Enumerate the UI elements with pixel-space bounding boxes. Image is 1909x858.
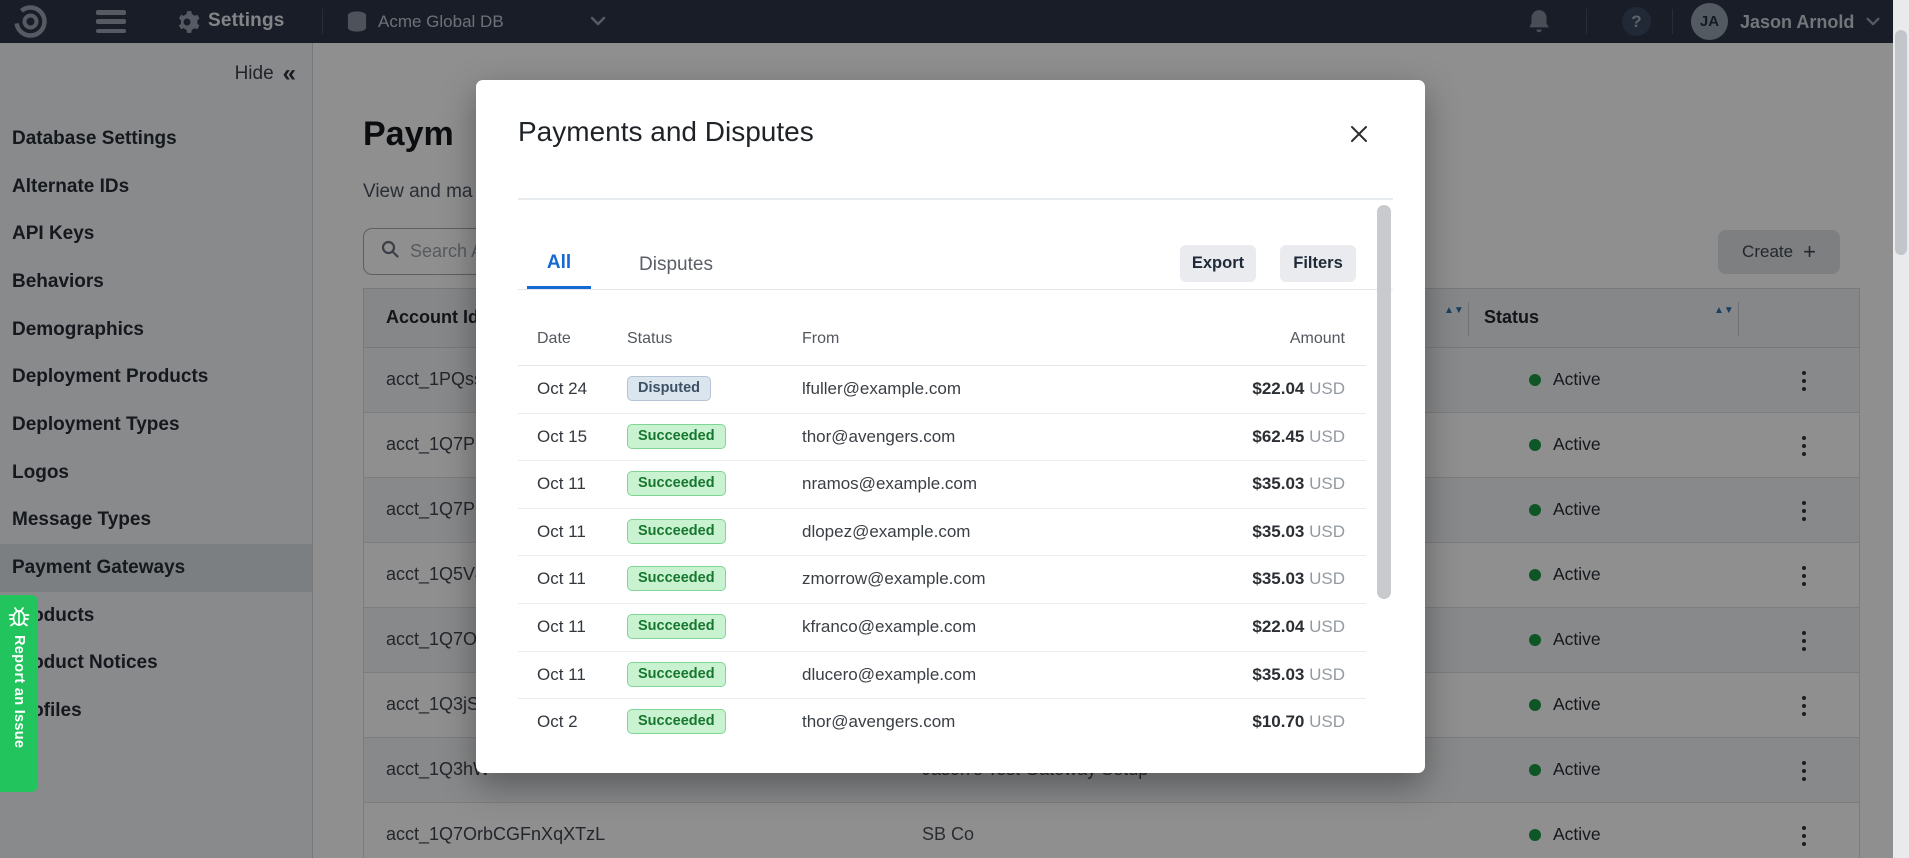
- date-cell: Oct 11: [537, 569, 586, 589]
- payment-table-row[interactable]: Oct 11 Succeeded dlopez@example.com $35.…: [518, 509, 1366, 557]
- amount-cell: $10.70 USD: [1145, 712, 1345, 732]
- amount-cell: $35.03 USD: [1145, 665, 1345, 685]
- amount-column-header: Amount: [1145, 330, 1345, 348]
- status-badge: Succeeded: [627, 471, 726, 496]
- date-cell: Oct 15: [537, 427, 587, 447]
- amount-cell: $35.03 USD: [1145, 522, 1345, 542]
- status-column-header: Status: [627, 330, 672, 348]
- date-cell: Oct 11: [537, 665, 586, 685]
- tabs-divider: [518, 289, 1393, 290]
- status-badge: Succeeded: [627, 424, 726, 449]
- from-email-cell: zmorrow@example.com: [802, 569, 986, 589]
- filters-button[interactable]: Filters: [1280, 245, 1356, 282]
- amount-cell: $22.04 USD: [1145, 379, 1345, 399]
- amount-cell: $35.03 USD: [1145, 569, 1345, 589]
- app-root: Settings Acme Global DB ? JA Jason Arnol…: [0, 0, 1909, 858]
- status-badge: Disputed: [627, 376, 711, 401]
- modal-scrollbar-thumb[interactable]: [1377, 205, 1391, 599]
- status-badge: Succeeded: [627, 519, 726, 544]
- status-badge: Succeeded: [627, 662, 726, 687]
- export-button[interactable]: Export: [1180, 245, 1256, 282]
- payment-table-row[interactable]: Oct 15 Succeeded thor@avengers.com $62.4…: [518, 414, 1366, 462]
- payment-table-row[interactable]: Oct 11 Succeeded nramos@example.com $35.…: [518, 461, 1366, 509]
- date-column-header: Date: [537, 330, 571, 348]
- from-email-cell: lfuller@example.com: [802, 379, 961, 399]
- payment-table-row[interactable]: Oct 11 Succeeded zmorrow@example.com $35…: [518, 556, 1366, 604]
- tab-all[interactable]: All: [527, 240, 591, 289]
- amount-cell: $35.03 USD: [1145, 474, 1345, 494]
- amount-cell: $62.45 USD: [1145, 427, 1345, 447]
- close-icon[interactable]: [1344, 119, 1374, 149]
- from-email-cell: kfranco@example.com: [802, 617, 976, 637]
- modal-divider: [518, 198, 1393, 200]
- payments-table-body: Oct 24 Disputed lfuller@example.com $22.…: [518, 366, 1366, 747]
- payment-table-row[interactable]: Oct 11 Succeeded dlucero@example.com $35…: [518, 652, 1366, 700]
- payment-table-row[interactable]: Oct 2 Succeeded thor@avengers.com $10.70…: [518, 699, 1366, 747]
- page-scrollbar[interactable]: [1893, 0, 1909, 858]
- from-email-cell: dlucero@example.com: [802, 665, 976, 685]
- status-badge: Succeeded: [627, 614, 726, 639]
- date-cell: Oct 11: [537, 522, 586, 542]
- from-email-cell: nramos@example.com: [802, 474, 977, 494]
- from-email-cell: thor@avengers.com: [802, 427, 955, 447]
- status-badge: Succeeded: [627, 566, 726, 591]
- report-an-issue-tab[interactable]: Report an Issue: [0, 595, 38, 792]
- date-cell: Oct 2: [537, 712, 578, 732]
- status-badge: Succeeded: [627, 709, 726, 734]
- date-cell: Oct 11: [537, 617, 586, 637]
- payment-table-row[interactable]: Oct 11 Succeeded kfranco@example.com $22…: [518, 604, 1366, 652]
- tab-disputes[interactable]: Disputes: [626, 240, 726, 289]
- modal-title: Payments and Disputes: [518, 116, 814, 148]
- date-cell: Oct 11: [537, 474, 586, 494]
- from-email-cell: dlopez@example.com: [802, 522, 970, 542]
- page-scrollbar-thumb[interactable]: [1895, 30, 1907, 255]
- payment-table-row[interactable]: Oct 24 Disputed lfuller@example.com $22.…: [518, 366, 1366, 414]
- report-tab-label: Report an Issue: [11, 635, 27, 748]
- payments-disputes-modal: Payments and Disputes All Disputes Export…: [476, 80, 1425, 773]
- from-email-cell: thor@avengers.com: [802, 712, 955, 732]
- amount-cell: $22.04 USD: [1145, 617, 1345, 637]
- date-cell: Oct 24: [537, 379, 587, 399]
- bug-icon: [8, 604, 30, 628]
- from-column-header: From: [802, 330, 839, 348]
